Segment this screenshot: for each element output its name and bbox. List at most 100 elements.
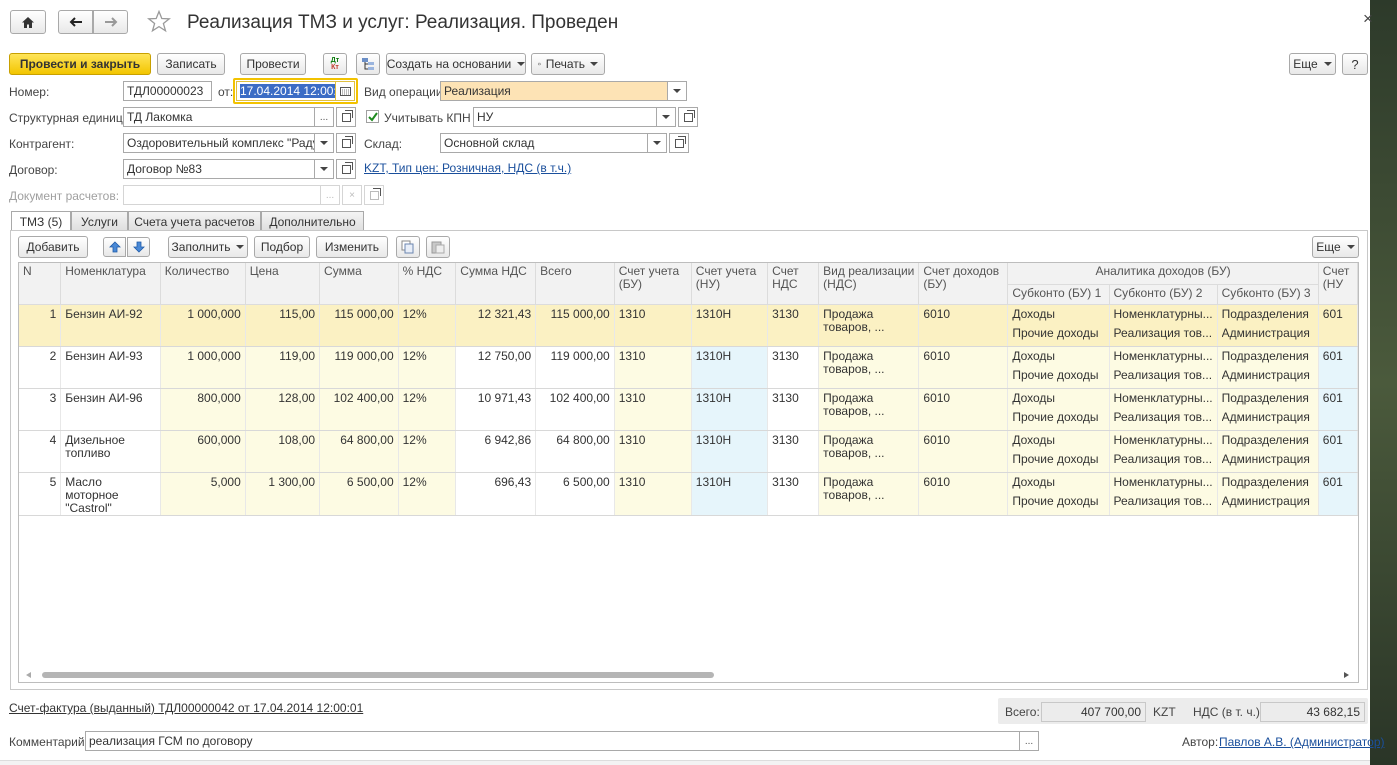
cell-account-bu[interactable]: 1310 <box>614 388 692 431</box>
table-row[interactable]: 1 Бензин АИ-92 1 000,000 115,00 115 000,00 12… <box>19 304 1358 347</box>
kpn-open-button[interactable] <box>678 107 698 127</box>
dtkt-button[interactable]: Дт Кт <box>323 53 347 75</box>
cell-sale-kind[interactable]: Продажа товаров, ... <box>818 388 920 431</box>
cell-total[interactable]: 115 000,00 <box>535 304 615 347</box>
cell-income-account[interactable]: 6010 <box>918 304 1009 347</box>
print-dropdown[interactable]: Печать <box>531 53 605 75</box>
contract-open-button[interactable] <box>336 159 356 179</box>
cell-subconto-3[interactable]: Подразделения Администрация <box>1217 472 1319 516</box>
cell-account-vat[interactable]: 3130 <box>767 388 820 431</box>
forward-button[interactable] <box>93 10 128 34</box>
cell-price[interactable]: 108,00 <box>245 430 321 473</box>
cell-income-account[interactable]: 6010 <box>918 430 1009 473</box>
comment-field[interactable]: реализация ГСМ по договору <box>85 731 1020 751</box>
warehouse-field[interactable]: Основной склад <box>440 133 648 153</box>
col-header-subconto-2[interactable]: Субконто (БУ) 2 <box>1109 284 1218 305</box>
cell-account-bu[interactable]: 1310 <box>614 472 692 516</box>
cell-subconto-3[interactable]: Подразделения Администрация <box>1217 346 1319 389</box>
add-row-button[interactable]: Добавить <box>18 236 88 258</box>
col-header-vat-sum[interactable]: Сумма НДС <box>455 263 537 305</box>
invoice-link[interactable]: Счет-фактура (выданный) ТДЛ00000042 от 1… <box>9 701 363 715</box>
cell-vat-sum[interactable]: 696,43 <box>455 472 537 516</box>
structure-button[interactable] <box>356 53 380 75</box>
price-type-link[interactable]: KZT, Тип цен: Розничная, НДС (в т.ч.) <box>364 161 571 175</box>
cell-account-nu[interactable]: 1310Н <box>691 430 769 473</box>
cell-account-vat[interactable]: 3130 <box>767 346 820 389</box>
cell-price[interactable]: 128,00 <box>245 388 321 431</box>
cell-quantity[interactable]: 600,000 <box>160 430 246 473</box>
cell-sale-kind[interactable]: Продажа товаров, ... <box>818 430 920 473</box>
cell-price[interactable]: 115,00 <box>245 304 321 347</box>
help-button[interactable]: ? <box>1342 53 1368 75</box>
contractor-open-button[interactable] <box>336 133 356 153</box>
kpn-dropdown-button[interactable] <box>656 107 676 127</box>
cell-nomenclature[interactable]: Масло моторное "Castrol" <box>60 472 161 516</box>
tab-additional[interactable]: Дополнительно <box>261 211 364 231</box>
cell-subconto-1[interactable]: Доходы Прочие доходы <box>1007 304 1110 347</box>
pick-button[interactable]: Подбор <box>254 236 310 258</box>
cell-quantity[interactable]: 5,000 <box>160 472 246 516</box>
contract-field[interactable]: Договор №83 <box>123 159 315 179</box>
move-down-button[interactable] <box>127 237 150 257</box>
cell-account-bu[interactable]: 1310 <box>614 430 692 473</box>
cell-vat-sum[interactable]: 10 971,43 <box>455 388 537 431</box>
calendar-button[interactable] <box>335 81 355 101</box>
change-button[interactable]: Изменить <box>316 236 388 258</box>
scroll-left-icon[interactable] <box>26 672 31 678</box>
tab-settlement-accounts[interactable]: Счета учета расчетов <box>128 211 261 231</box>
cell-subconto-1[interactable]: Доходы Прочие доходы <box>1007 346 1110 389</box>
number-field[interactable]: ТДЛ00000023 <box>123 81 212 101</box>
move-up-button[interactable] <box>103 237 126 257</box>
col-header-total[interactable]: Всего <box>535 263 615 305</box>
cell-vat-sum[interactable]: 12 750,00 <box>455 346 537 389</box>
cell-account-nu[interactable]: 1310Н <box>691 346 769 389</box>
cell-subconto-2[interactable]: Номенклатурны... Реализация тов... <box>1109 430 1218 473</box>
operation-select[interactable]: Реализация <box>440 81 668 101</box>
cell-sum[interactable]: 102 400,00 <box>319 388 399 431</box>
scroll-right-icon[interactable] <box>1344 672 1349 678</box>
cell-n[interactable]: 1 <box>19 304 62 347</box>
cell-account-nu-cut[interactable]: 601 <box>1318 346 1358 389</box>
cell-nomenclature[interactable]: Бензин АИ-93 <box>60 346 161 389</box>
table-row[interactable]: 4 Дизельное топливо 600,000 108,00 64 800,00… <box>19 430 1358 473</box>
cell-price[interactable]: 1 300,00 <box>245 472 321 516</box>
operation-dropdown-button[interactable] <box>667 81 687 101</box>
scrollbar-thumb[interactable] <box>42 672 714 678</box>
col-header-sum[interactable]: Сумма <box>319 263 399 305</box>
kpn-select[interactable]: НУ <box>473 107 657 127</box>
cell-sum[interactable]: 115 000,00 <box>319 304 399 347</box>
table-row[interactable]: 2 Бензин АИ-93 1 000,000 119,00 119 000,00 12… <box>19 346 1358 389</box>
col-header-subconto-1[interactable]: Субконто (БУ) 1 <box>1007 284 1110 305</box>
cell-account-nu[interactable]: 1310Н <box>691 472 769 516</box>
col-header-account-vat[interactable]: Счет НДС <box>767 263 820 305</box>
close-icon[interactable]: × <box>1363 9 1373 29</box>
cell-sale-kind[interactable]: Продажа товаров, ... <box>818 304 920 347</box>
cell-vat-rate[interactable]: 12% <box>398 430 457 473</box>
fill-dropdown[interactable]: Заполнить <box>168 236 248 258</box>
cell-vat-sum[interactable]: 6 942,86 <box>455 430 537 473</box>
cell-account-vat[interactable]: 3130 <box>767 430 820 473</box>
tab-tmz[interactable]: ТМЗ (5) <box>11 211 71 232</box>
col-header-account-nu[interactable]: Счет учета (НУ) <box>691 263 769 305</box>
table-row[interactable]: 3 Бензин АИ-96 800,000 128,00 102 400,00 12% 1… <box>19 388 1358 431</box>
cell-sum[interactable]: 6 500,00 <box>319 472 399 516</box>
more-menu-button[interactable]: Еще <box>1289 53 1336 75</box>
cell-subconto-2[interactable]: Номенклатурны... Реализация тов... <box>1109 388 1218 431</box>
cell-account-nu[interactable]: 1310Н <box>691 388 769 431</box>
unit-select-button[interactable]: ... <box>314 107 334 127</box>
cell-account-vat[interactable]: 3130 <box>767 304 820 347</box>
cell-subconto-2[interactable]: Номенклатурны... Реализация тов... <box>1109 472 1218 516</box>
col-header-account-bu[interactable]: Счет учета (БУ) <box>614 263 692 305</box>
table-more-button[interactable]: Еще <box>1312 236 1359 258</box>
cell-subconto-3[interactable]: Подразделения Администрация <box>1217 304 1319 347</box>
cell-account-vat[interactable]: 3130 <box>767 472 820 516</box>
col-header-price[interactable]: Цена <box>245 263 321 305</box>
col-header-quantity[interactable]: Количество <box>160 263 246 305</box>
post-button[interactable]: Провести <box>240 53 306 75</box>
cell-total[interactable]: 64 800,00 <box>535 430 615 473</box>
col-header-nomenclature[interactable]: Номенклатура <box>60 263 161 305</box>
paste-button[interactable] <box>426 236 450 258</box>
cell-account-nu-cut[interactable]: 601 <box>1318 388 1358 431</box>
copy-button[interactable] <box>396 236 420 258</box>
cell-quantity[interactable]: 800,000 <box>160 388 246 431</box>
